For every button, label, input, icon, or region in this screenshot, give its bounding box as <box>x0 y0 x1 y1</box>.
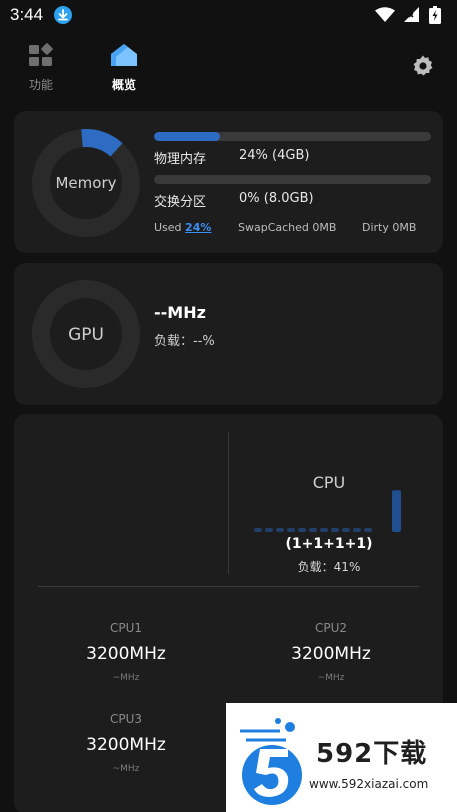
cpu-load-label: 负载： <box>297 560 334 574</box>
cpu-core-name: CPU3 <box>109 712 143 726</box>
cpu-history-bar <box>392 490 401 532</box>
cpu-history-bar <box>276 528 284 532</box>
cpu-divider-vertical <box>228 432 229 574</box>
nav-overview-label: 概览 <box>111 78 136 92</box>
cpu-history-bar <box>265 528 273 532</box>
cpu-core-name: CPU1 <box>109 621 143 635</box>
cpu-load-value: 41% <box>333 560 361 574</box>
nav-functions-label: 功能 <box>28 78 53 92</box>
cpu-history-bar <box>364 528 372 532</box>
top-nav: 功能 概览 <box>0 38 457 98</box>
physical-memory-label: 物理内存 <box>154 152 207 167</box>
dirty-label: Dirty <box>362 221 389 234</box>
memory-ring-label: Memory <box>55 174 117 192</box>
cpu-core-frequency: 3200MHz <box>86 735 166 755</box>
gpu-load: 负载：--% <box>154 330 215 349</box>
dirty-value: 0MB <box>392 221 417 234</box>
swap-value: 0% (8.0GB) <box>239 191 314 206</box>
cpu-history-bar <box>287 528 295 532</box>
cpu-history-bar <box>309 528 317 532</box>
gear-icon <box>411 55 435 82</box>
physical-memory-bar <box>154 132 431 141</box>
swapcached-value: 0MB <box>312 221 337 234</box>
swapcached-stat: SwapCached 0MB <box>238 221 336 234</box>
gpu-card[interactable]: GPU --MHz 负载：--% <box>14 263 443 405</box>
nav-tab-functions[interactable]: 功能 <box>16 42 66 93</box>
cpu-history-bar <box>254 528 262 532</box>
gpu-load-label: 负载： <box>154 334 194 349</box>
physical-memory-value: 24% (4GB) <box>239 148 310 163</box>
cpu-cores-summary: (1+1+1+1) <box>285 536 373 552</box>
status-bar: 3:44 <box>0 0 457 32</box>
used-label: Used <box>154 221 182 234</box>
download-icon <box>54 6 72 24</box>
physical-memory-bar-fill <box>154 132 221 141</box>
settings-button[interactable] <box>411 54 435 78</box>
battery-icon <box>429 6 441 28</box>
cpu-core-range: ~MHz <box>317 673 345 683</box>
cpu-core-range: ~MHz <box>112 673 140 683</box>
swapcached-label: SwapCached <box>238 221 309 234</box>
gpu-frequency: --MHz <box>154 303 206 322</box>
watermark-url: www.592xiazai.com <box>309 777 429 791</box>
status-time: 3:44 <box>10 5 44 24</box>
used-value-link[interactable]: 24% <box>185 221 211 234</box>
used-stat: Used 24% <box>154 221 211 234</box>
cpu-history-bar <box>298 528 306 532</box>
home-icon <box>108 44 140 72</box>
cpu-core-2: CPU2 3200MHz ~MHz <box>231 621 431 683</box>
swap-label: 交换分区 <box>154 195 207 210</box>
status-icons <box>375 6 441 28</box>
watermark: 592下载 www.592xiazai.com <box>226 703 457 812</box>
cpu-core-1: CPU1 3200MHz ~MHz <box>26 621 226 683</box>
cpu-history-bar <box>331 528 339 532</box>
cpu-history-bar <box>320 528 328 532</box>
memory-card[interactable]: Memory 物理内存 24% (4GB) 交换分区 0% (8.0GB) Us… <box>14 111 443 253</box>
cpu-history-bar <box>342 528 350 532</box>
swap-bar <box>154 175 431 184</box>
cpu-core-frequency: 3200MHz <box>86 644 166 664</box>
cpu-history-bar <box>353 528 361 532</box>
watermark-brand: 592下载 <box>316 739 428 769</box>
signal-icon <box>403 7 421 27</box>
nav-tab-overview[interactable]: 概览 <box>99 42 149 93</box>
cpu-core-name: CPU2 <box>314 621 348 635</box>
dirty-stat: Dirty 0MB <box>362 221 416 234</box>
cpu-core-frequency: 3200MHz <box>291 644 371 664</box>
screen: 3:44 功能 概览 Memory 物理内存 24% (4GB) 交换分区 0%… <box>0 0 457 812</box>
cpu-divider-horizontal <box>38 586 419 587</box>
cpu-load: 负载：41% <box>274 558 384 575</box>
widgets-icon <box>27 43 55 72</box>
gpu-ring-label: GPU <box>68 325 104 345</box>
cpu-core-3: CPU3 3200MHz ~MHz <box>26 712 226 774</box>
wifi-icon <box>375 7 395 27</box>
watermark-logo <box>240 718 302 805</box>
gpu-load-value: --% <box>193 334 215 349</box>
cpu-history-chart <box>254 490 401 532</box>
cpu-core-range: ~MHz <box>112 764 140 774</box>
